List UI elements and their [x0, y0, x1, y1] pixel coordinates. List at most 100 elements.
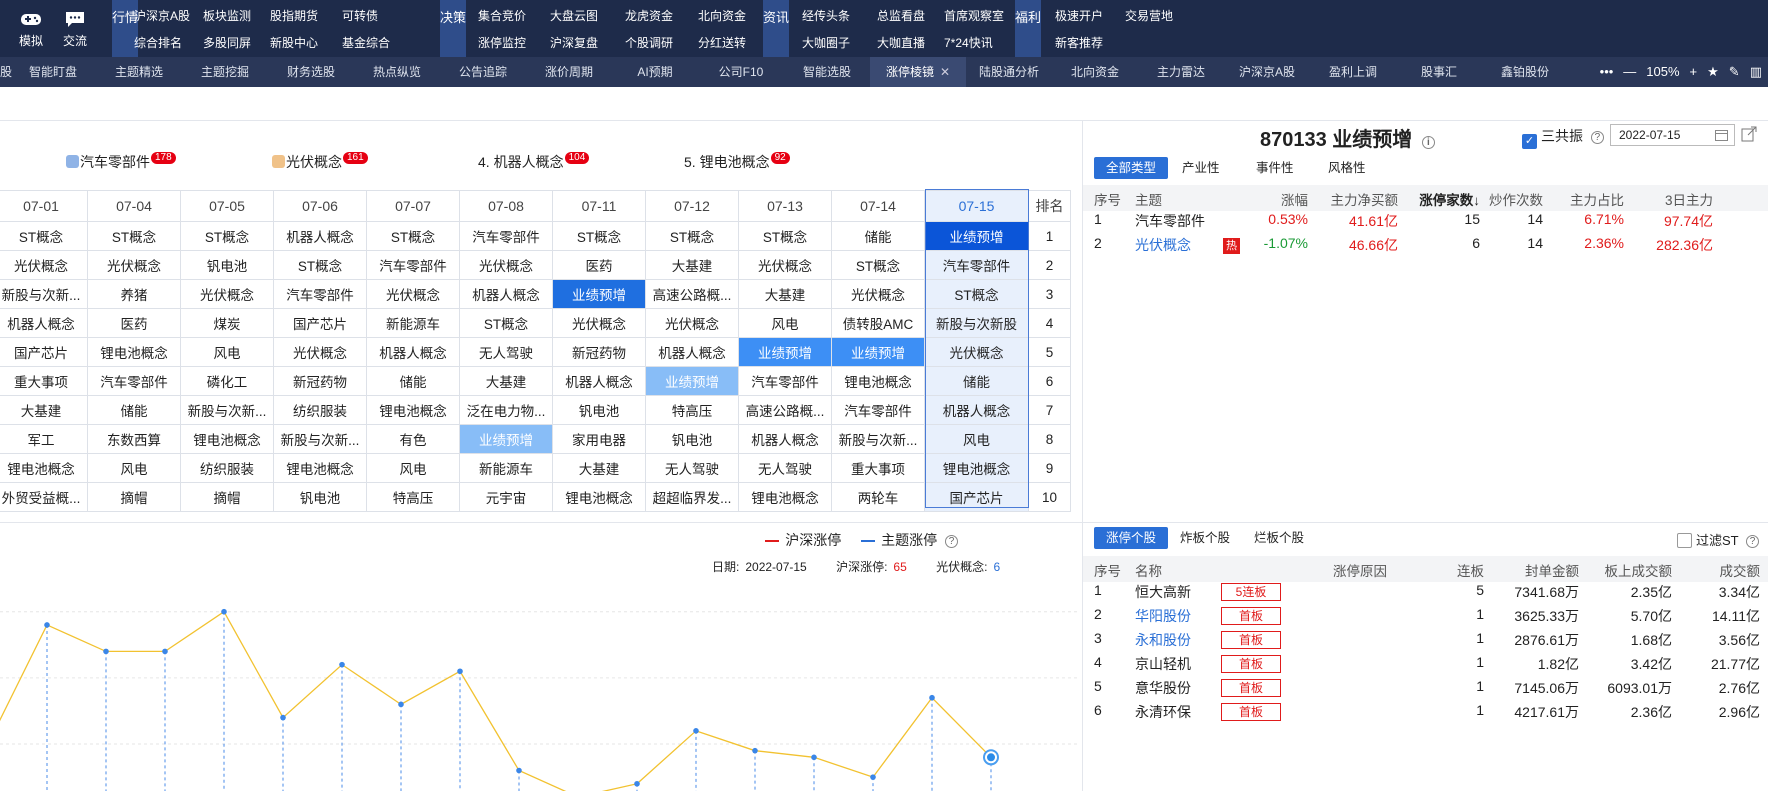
- grid-theme-cell[interactable]: 大基建: [738, 279, 832, 309]
- data-point[interactable]: [929, 694, 935, 701]
- data-point[interactable]: [280, 714, 286, 721]
- grid-theme-cell[interactable]: 养猪: [87, 279, 181, 309]
- grid-theme-cell[interactable]: 大基建: [552, 453, 646, 483]
- grid-theme-cell[interactable]: 锂电池概念: [0, 453, 88, 483]
- grid-theme-cell[interactable]: 钒电池: [180, 250, 274, 280]
- stock-name-link[interactable]: 华阳股份: [1135, 606, 1191, 626]
- grid-theme-cell[interactable]: 业绩预增: [738, 337, 832, 367]
- grid-theme-cell[interactable]: 机器人概念: [273, 221, 367, 251]
- grid-theme-cell[interactable]: 汽车零部件: [87, 366, 181, 396]
- nav-menu-item[interactable]: 沪深京A股: [134, 6, 190, 26]
- grid-theme-cell[interactable]: 大基建: [0, 395, 88, 425]
- date-picker-input[interactable]: 2022-07-15: [1610, 124, 1735, 146]
- concept-item[interactable]: 4. 机器人概念 104: [478, 152, 590, 172]
- stock-column-header[interactable]: 封单金额: [1525, 560, 1579, 580]
- tab-tool-button[interactable]: ★: [1707, 64, 1719, 79]
- tab-tool-button[interactable]: 105%: [1646, 64, 1679, 79]
- grid-theme-cell[interactable]: 国产芯片: [273, 308, 367, 338]
- nav-menu-item[interactable]: 大咖圈子: [802, 33, 850, 53]
- data-point[interactable]: [870, 774, 876, 780]
- tab-tool-button[interactable]: ▥: [1750, 64, 1762, 79]
- grid-theme-cell[interactable]: 风电: [366, 453, 460, 483]
- tab-item[interactable]: 财务选股: [268, 57, 354, 87]
- grid-theme-cell[interactable]: 业绩预增: [645, 366, 739, 396]
- data-point[interactable]: [634, 780, 640, 787]
- nav-menu-item[interactable]: 综合排名: [134, 33, 182, 53]
- stock-column-header[interactable]: 成交额: [1720, 560, 1761, 580]
- stock-column-header[interactable]: 名称: [1135, 560, 1162, 580]
- export-icon[interactable]: [1741, 126, 1757, 142]
- grid-theme-cell[interactable]: 光伏概念: [924, 337, 1029, 367]
- tab-item[interactable]: AI预期: [612, 57, 698, 87]
- theme-column-header[interactable]: 涨停家数↓: [1419, 189, 1480, 209]
- type-tab[interactable]: 全部类型: [1094, 157, 1169, 179]
- grid-theme-cell[interactable]: 汽车零部件: [831, 395, 925, 425]
- nav-group-tag[interactable]: 决策: [440, 0, 466, 57]
- stock-tab[interactable]: 炸板个股: [1168, 527, 1242, 549]
- theme-name-link[interactable]: 汽车零部件: [1135, 211, 1205, 231]
- data-point[interactable]: [339, 661, 345, 668]
- tab-item[interactable]: 盈利上调: [1310, 57, 1396, 87]
- nav-group-tag[interactable]: 福利: [1015, 0, 1041, 57]
- concept-item[interactable]: 汽车零部件 178: [66, 152, 176, 172]
- grid-theme-cell[interactable]: 机器人概念: [0, 308, 88, 338]
- grid-theme-cell[interactable]: 业绩预增: [459, 424, 553, 454]
- grid-theme-cell[interactable]: 新股与次新...: [273, 424, 367, 454]
- theme-column-header[interactable]: 序号: [1094, 189, 1121, 209]
- grid-date-header[interactable]: 07-04: [87, 190, 181, 222]
- grid-theme-cell[interactable]: 锂电池概念: [273, 453, 367, 483]
- grid-theme-cell[interactable]: 无人驾驶: [459, 337, 553, 367]
- nav-menu-item[interactable]: 涨停监控: [478, 33, 526, 53]
- grid-theme-cell[interactable]: 汽车零部件: [366, 250, 460, 280]
- nav-menu-item[interactable]: 沪深复盘: [550, 33, 598, 53]
- tab-item[interactable]: 智能盯盘: [10, 57, 96, 87]
- checkbox-checked-icon[interactable]: ✓: [1522, 134, 1537, 149]
- grid-theme-cell[interactable]: 特高压: [645, 395, 739, 425]
- grid-theme-cell[interactable]: 业绩预增: [924, 221, 1029, 251]
- grid-theme-cell[interactable]: 锂电池概念: [366, 395, 460, 425]
- concept-item[interactable]: 5. 锂电池概念 92: [684, 152, 790, 172]
- grid-theme-cell[interactable]: 泛在电力物...: [459, 395, 553, 425]
- filter-st-toggle[interactable]: 过滤ST ?: [1677, 530, 1760, 549]
- grid-theme-cell[interactable]: 锂电池概念: [738, 482, 832, 512]
- grid-theme-cell[interactable]: ST概念: [87, 221, 181, 251]
- grid-theme-cell[interactable]: 汽车零部件: [273, 279, 367, 309]
- tab-partial[interactable]: 股: [0, 57, 12, 87]
- help-icon[interactable]: ?: [945, 535, 958, 548]
- grid-theme-cell[interactable]: 重大事项: [0, 366, 88, 396]
- simulate-button[interactable]: 模拟: [6, 0, 56, 57]
- tab-item[interactable]: 主题精选: [96, 57, 182, 87]
- grid-theme-cell[interactable]: 业绩预增: [552, 279, 646, 309]
- stock-tab[interactable]: 涨停个股: [1094, 527, 1169, 549]
- theme-column-header[interactable]: 炒作次数: [1489, 189, 1543, 209]
- grid-theme-cell[interactable]: 光伏概念: [738, 250, 832, 280]
- tab-item[interactable]: 鑫铂股份: [1482, 57, 1568, 87]
- nav-menu-item[interactable]: 经传头条: [802, 6, 850, 26]
- grid-date-header[interactable]: 07-12: [645, 190, 739, 222]
- grid-theme-cell[interactable]: 摘帽: [180, 482, 274, 512]
- grid-theme-cell[interactable]: 外贸受益概...: [0, 482, 88, 512]
- grid-theme-cell[interactable]: 家用电器: [552, 424, 646, 454]
- stock-column-header[interactable]: 序号: [1094, 560, 1121, 580]
- type-tab[interactable]: 产业性: [1170, 157, 1232, 179]
- theme-column-header[interactable]: 主题: [1135, 189, 1162, 209]
- tab-item[interactable]: 涨价周期: [526, 57, 612, 87]
- grid-theme-cell[interactable]: 无人驾驶: [738, 453, 832, 483]
- nav-menu-item[interactable]: 新客推荐: [1055, 33, 1103, 53]
- grid-theme-cell[interactable]: 重大事项: [831, 453, 925, 483]
- grid-theme-cell[interactable]: 大基建: [459, 366, 553, 396]
- grid-theme-cell[interactable]: 光伏概念: [552, 308, 646, 338]
- help-icon[interactable]: ?: [1590, 131, 1604, 144]
- grid-theme-cell[interactable]: 业绩预增: [831, 337, 925, 367]
- grid-date-header[interactable]: 07-07: [366, 190, 460, 222]
- tab-item[interactable]: 智能选股: [784, 57, 870, 87]
- data-point[interactable]: [811, 754, 817, 761]
- grid-theme-cell[interactable]: 有色: [366, 424, 460, 454]
- exchange-button[interactable]: 交流: [50, 0, 100, 57]
- nav-menu-item[interactable]: 集合竞价: [478, 6, 526, 26]
- grid-theme-cell[interactable]: 医药: [87, 308, 181, 338]
- nav-menu-item[interactable]: 新股中心: [270, 33, 318, 53]
- data-point[interactable]: [516, 767, 522, 774]
- tab-item[interactable]: 北向资金: [1052, 57, 1138, 87]
- grid-theme-cell[interactable]: 风电: [924, 424, 1029, 454]
